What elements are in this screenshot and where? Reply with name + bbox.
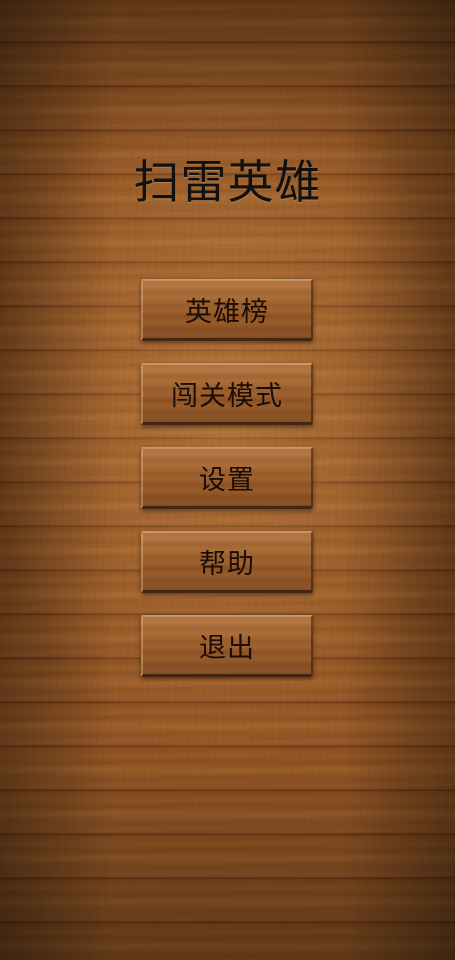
- settings-button[interactable]: 设置: [141, 447, 313, 509]
- settings-button-label: 设置: [199, 465, 255, 496]
- exit-button-label: 退出: [199, 633, 255, 664]
- main-menu: 英雄榜 闯关模式 设置 帮助 退出: [141, 279, 313, 699]
- challenge-mode-button[interactable]: 闯关模式: [141, 363, 313, 425]
- leaderboard-button[interactable]: 英雄榜: [141, 279, 313, 341]
- help-button-label: 帮助: [199, 549, 255, 580]
- challenge-mode-button-label: 闯关模式: [171, 381, 283, 412]
- exit-button[interactable]: 退出: [141, 615, 313, 677]
- game-title: 扫雷英雄: [133, 155, 322, 209]
- help-button[interactable]: 帮助: [141, 531, 313, 593]
- leaderboard-button-label: 英雄榜: [185, 297, 269, 328]
